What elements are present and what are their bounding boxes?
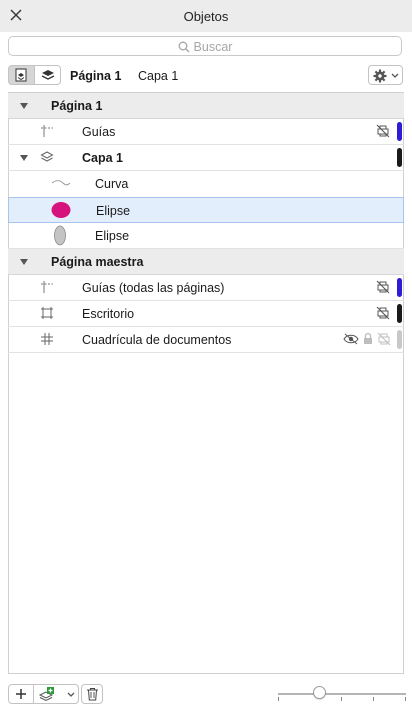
layers-icon [41, 70, 55, 80]
title-bar: Objetos [0, 0, 412, 32]
chevron-down-icon [67, 692, 75, 697]
tree-row-master-guides[interactable]: Guías (todas las páginas) [8, 275, 404, 301]
current-layer-label: Capa 1 [138, 69, 179, 83]
add-master-layer-icon [38, 687, 54, 702]
view-toolbar: Página 1 Capa 1 [0, 62, 412, 92]
search-field[interactable]: Buscar [8, 36, 402, 56]
print-disabled-icon[interactable] [376, 280, 390, 294]
grid-label: Cuadrícula de documentos [82, 333, 232, 347]
guides-color-bar[interactable] [397, 122, 402, 141]
gear-icon [373, 69, 387, 83]
tree-row-page1[interactable]: Página 1 [8, 93, 404, 119]
options-menu-button[interactable] [368, 65, 403, 85]
tree-row-master-page[interactable]: Página maestra [8, 249, 404, 275]
ellipse-thumbnail-icon [51, 202, 71, 218]
page-layers-icon [15, 68, 27, 82]
grid-icon [41, 333, 53, 345]
slider-tick [373, 697, 374, 701]
tree-row-ellipse[interactable]: Elipse [8, 223, 404, 249]
tree-row-ellipse-selected[interactable]: Elipse [8, 197, 404, 223]
slider-tick [405, 697, 406, 701]
pages-view-button[interactable] [8, 65, 35, 85]
plus-icon [16, 689, 26, 699]
guides-icon [41, 281, 53, 293]
tree-row-curve[interactable]: Curva [8, 171, 404, 197]
print-disabled-icon[interactable] [376, 306, 390, 320]
print-disabled-icon[interactable] [377, 332, 391, 346]
eye-hidden-icon[interactable] [343, 333, 359, 345]
grid-color-bar[interactable] [397, 330, 402, 349]
window-title: Objetos [183, 9, 229, 24]
master-guides-label: Guías (todas las páginas) [82, 281, 225, 295]
tree-row-layer1[interactable]: Capa 1 [8, 145, 404, 171]
new-master-layer-button[interactable] [33, 684, 79, 704]
master-page-label: Página maestra [51, 255, 144, 269]
zoom-slider-track[interactable] [278, 693, 406, 695]
curve-label: Curva [95, 177, 129, 191]
master-guides-color-bar[interactable] [397, 278, 402, 297]
delete-button[interactable] [81, 684, 103, 704]
layer-icon [40, 151, 54, 162]
search-placeholder: Buscar [193, 40, 233, 54]
tree-row-guides[interactable]: Guías [8, 119, 404, 145]
guides-icon [41, 125, 53, 137]
curve-icon [51, 180, 71, 186]
disclosure-triangle-icon[interactable] [20, 259, 28, 265]
chevron-down-icon [391, 73, 399, 78]
page-label: Página 1 [51, 99, 103, 113]
zoom-slider-thumb[interactable] [313, 686, 326, 699]
bottom-toolbar [0, 680, 412, 712]
lock-icon[interactable] [363, 332, 373, 345]
desktop-icon [41, 307, 53, 319]
tree-row-grid[interactable]: Cuadrícula de documentos [8, 327, 404, 353]
slider-tick [341, 697, 342, 701]
layers-view-button[interactable] [34, 65, 61, 85]
tree-row-desktop[interactable]: Escritorio [8, 301, 404, 327]
layer-color-bar[interactable] [397, 148, 402, 167]
add-layer-button[interactable] [8, 684, 34, 704]
layer-label: Capa 1 [82, 151, 123, 165]
desktop-label: Escritorio [82, 307, 135, 321]
disclosure-triangle-icon[interactable] [20, 155, 28, 161]
guides-label: Guías [82, 125, 116, 139]
desktop-color-bar[interactable] [397, 304, 402, 323]
search-icon [178, 41, 190, 53]
ellipse-label: Elipse [96, 204, 131, 218]
slider-tick [278, 697, 279, 701]
current-page-label: Página 1 [70, 69, 122, 83]
ellipse-label: Elipse [95, 229, 130, 243]
ellipse-thumbnail-icon [54, 225, 66, 246]
trash-icon [87, 688, 98, 701]
disclosure-triangle-icon[interactable] [20, 103, 28, 109]
print-disabled-icon[interactable] [376, 124, 390, 138]
